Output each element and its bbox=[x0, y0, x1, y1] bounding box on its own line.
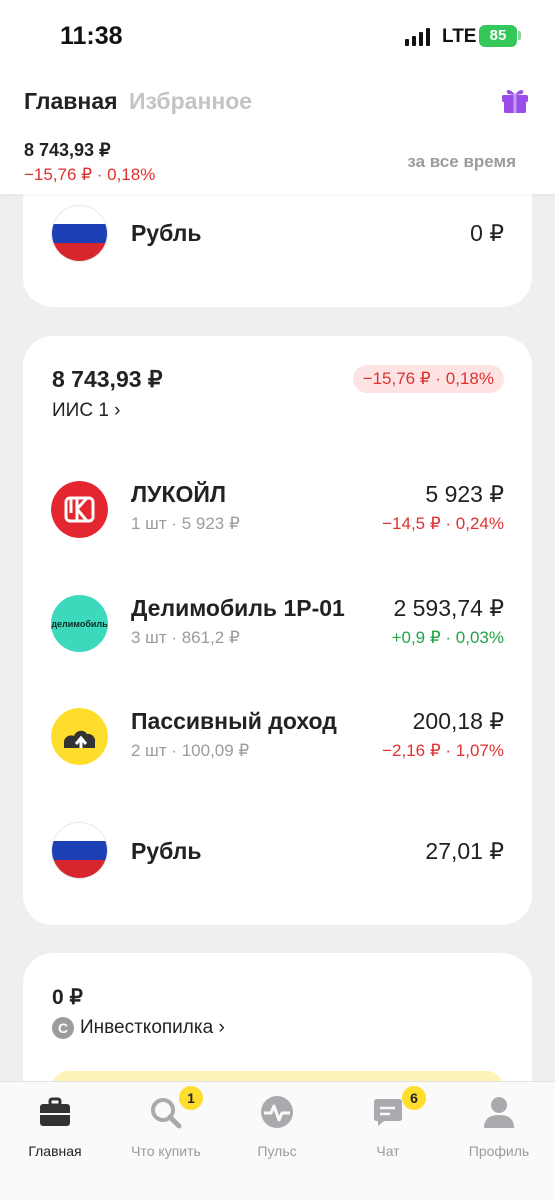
account-name-link[interactable]: ИИС 1 › bbox=[52, 400, 121, 422]
battery-icon: 85 bbox=[479, 25, 517, 47]
tab-chat[interactable]: 6 Чат bbox=[333, 1086, 443, 1159]
tab-favorites[interactable]: Избранное bbox=[129, 88, 252, 115]
portfolio-change: −15,76 ₽ · 0,18% bbox=[24, 165, 156, 184]
delimobil-logo-icon: делимобиль bbox=[51, 595, 108, 652]
position-name: Рубль bbox=[131, 220, 202, 246]
piggy-total: 0 ₽ bbox=[52, 986, 83, 1009]
tab-what-to-buy[interactable]: 1 Что купить bbox=[111, 1086, 221, 1159]
position-change: +0,9 ₽ · 0,03% bbox=[391, 628, 504, 647]
tab-profile[interactable]: Профиль bbox=[444, 1094, 554, 1159]
position-value: 5 923 ₽ bbox=[415, 481, 504, 508]
position-quantity: 2 шт · 100,09 ₽ bbox=[131, 741, 250, 760]
tab-label: Профиль bbox=[468, 1143, 530, 1159]
notification-badge: 1 bbox=[179, 1086, 203, 1110]
tab-label: Чат bbox=[376, 1143, 400, 1159]
tab-label: Пульс bbox=[257, 1143, 297, 1159]
network-type: LTE bbox=[442, 26, 477, 47]
status-time: 11:38 bbox=[60, 22, 123, 50]
account-card-iis: 8 743,93 ₽ −15,76 ₽ · 0,18% ИИС 1 › ЛУКО… bbox=[23, 336, 532, 925]
position-row-ruble[interactable]: Рубль 0 ₽ bbox=[23, 205, 532, 265]
position-row-ruble[interactable]: Рубль 27,01 ₽ bbox=[23, 822, 532, 882]
position-name: Пассивный доход bbox=[131, 708, 337, 734]
portfolio-total: 8 743,93 ₽ bbox=[24, 140, 111, 160]
portfolio-header: Главная Избранное 8 743,93 ₽ −15,76 ₽ · … bbox=[0, 72, 555, 194]
position-change: −14,5 ₽ · 0,24% bbox=[382, 514, 504, 533]
russia-flag-icon bbox=[51, 205, 108, 262]
position-change: −2,16 ₽ · 1,07% bbox=[382, 741, 504, 760]
position-row-delimobil[interactable]: делимобиль Делимобиль 1Р-01 3 шт · 861,2… bbox=[23, 595, 532, 655]
piggy-link[interactable]: С Инвесткопилка › bbox=[52, 1017, 225, 1039]
account-change-badge: −15,76 ₽ · 0,18% bbox=[352, 365, 504, 393]
chat-icon bbox=[374, 1099, 402, 1126]
position-value: 27,01 ₽ bbox=[415, 838, 504, 865]
pulse-icon bbox=[261, 1096, 293, 1128]
tab-label: Главная bbox=[28, 1143, 82, 1159]
lukoil-logo-icon bbox=[51, 481, 108, 538]
signal-icon bbox=[405, 28, 430, 46]
piggy-coin-icon: С bbox=[52, 1017, 74, 1039]
account-total: 8 743,93 ₽ bbox=[52, 366, 163, 392]
position-row-lukoil[interactable]: ЛУКОЙЛ 1 шт · 5 923 ₽ 5 923 ₽ −14,5 ₽ · … bbox=[23, 481, 532, 541]
tab-pulse[interactable]: Пульс bbox=[222, 1094, 332, 1159]
passive-income-logo-icon bbox=[51, 708, 108, 765]
russia-flag-icon bbox=[51, 822, 108, 879]
period-selector[interactable]: за все время bbox=[407, 152, 516, 172]
notification-badge: 6 bbox=[402, 1086, 426, 1110]
position-value: 0 ₽ bbox=[460, 220, 504, 247]
gift-icon[interactable] bbox=[500, 84, 530, 114]
battery-tip bbox=[518, 31, 521, 40]
position-quantity: 3 шт · 861,2 ₽ bbox=[131, 628, 240, 647]
tab-label: Что купить bbox=[131, 1143, 201, 1159]
position-value: 200,18 ₽ bbox=[402, 708, 504, 735]
tab-main[interactable]: Главная bbox=[24, 88, 118, 115]
position-name: Делимобиль 1Р-01 bbox=[131, 595, 345, 621]
piggy-label: Инвесткопилка › bbox=[80, 1017, 225, 1038]
tab-home[interactable]: Главная bbox=[0, 1094, 110, 1159]
briefcase-icon bbox=[40, 1097, 70, 1126]
delimobil-logo-text: делимобиль bbox=[51, 618, 108, 629]
profile-icon bbox=[484, 1097, 514, 1128]
position-quantity: 1 шт · 5 923 ₽ bbox=[131, 514, 240, 533]
position-name: ЛУКОЙЛ bbox=[131, 481, 227, 507]
status-bar: 11:38 LTE 85 bbox=[0, 0, 555, 72]
position-name: Рубль bbox=[131, 838, 202, 864]
position-value: 2 593,74 ₽ bbox=[383, 595, 504, 622]
position-row-passive-income[interactable]: Пассивный доход 2 шт · 100,09 ₽ 200,18 ₽… bbox=[23, 708, 532, 768]
bottom-tab-bar: Главная 1 Что купить Пульс 6 Чат Профиль bbox=[0, 1081, 555, 1200]
